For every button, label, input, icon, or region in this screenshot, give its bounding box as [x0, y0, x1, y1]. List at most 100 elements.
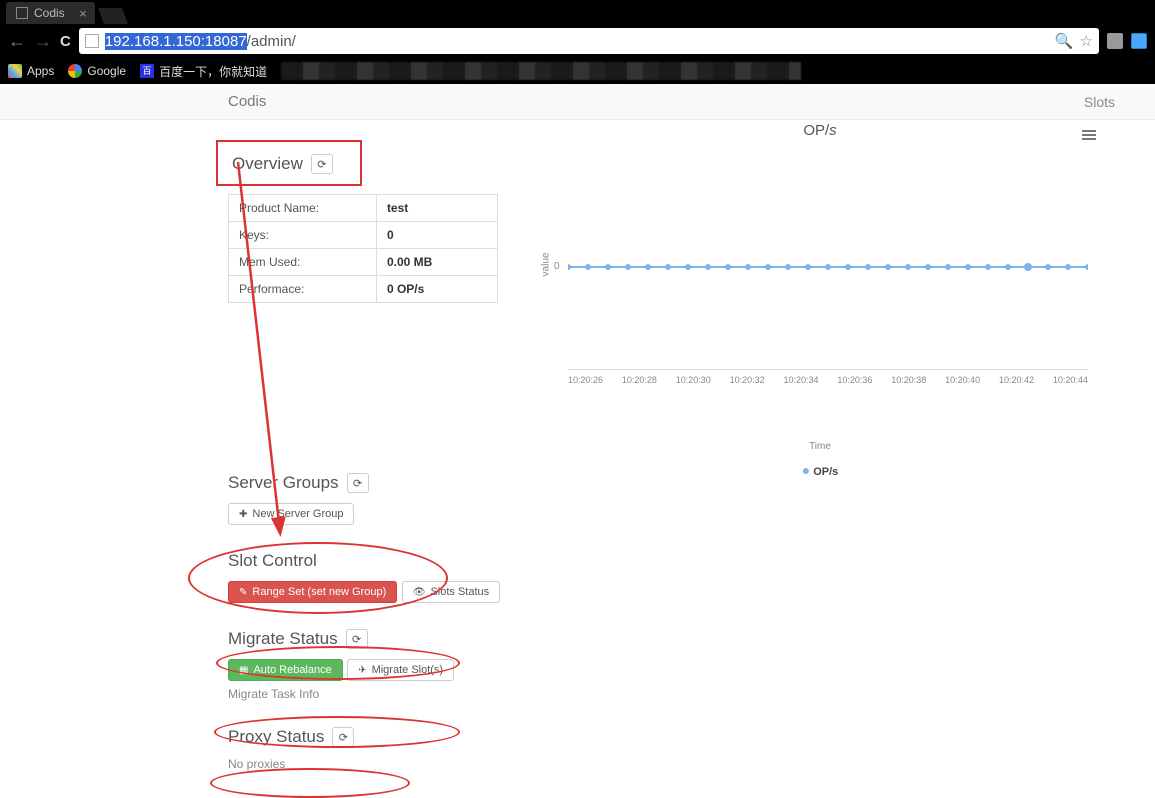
- xtick: 10:20:26: [568, 375, 603, 385]
- xtick: 10:20:44: [1053, 375, 1088, 385]
- star-icon[interactable]: ☆: [1080, 32, 1093, 50]
- apps-icon: [8, 64, 22, 78]
- left-column: Overview ⟳ Product Name:test Keys:0 Mem …: [228, 140, 558, 771]
- overview-title: Overview: [232, 154, 303, 174]
- row-value: 0 OP/s: [376, 276, 497, 303]
- table-row: Mem Used:0.00 MB: [229, 249, 498, 276]
- browser-chrome: Codis × ← → C 192.168.1.150:18087/admin/…: [0, 0, 1155, 84]
- main-content: Overview ⟳ Product Name:test Keys:0 Mem …: [0, 120, 1155, 791]
- server-groups-section: Server Groups ⟳ ✚ New Server Group: [228, 473, 558, 525]
- bookmark-baidu[interactable]: 百 百度一下，你就知道: [140, 63, 267, 80]
- reload-button[interactable]: C: [60, 33, 71, 50]
- chart-line: [568, 219, 1088, 319]
- chart-xticks: 10:20:26 10:20:28 10:20:30 10:20:32 10:2…: [568, 375, 1088, 385]
- chart-legend[interactable]: ● OP/s: [540, 462, 1100, 478]
- overview-refresh-button[interactable]: ⟳: [311, 154, 333, 174]
- button-label: Auto Rebalance: [253, 664, 331, 676]
- proxy-refresh-button[interactable]: ⟳: [332, 727, 354, 747]
- proxy-none-text: No proxies: [228, 757, 558, 771]
- chart-title-post: s: [829, 122, 837, 139]
- row-label: Keys:: [229, 222, 377, 249]
- zoom-icon[interactable]: 🔍: [1055, 32, 1074, 50]
- xtick: 10:20:38: [891, 375, 926, 385]
- baidu-icon: 百: [140, 64, 154, 78]
- table-row: Performace:0 OP/s: [229, 276, 498, 303]
- xtick: 10:20:30: [676, 375, 711, 385]
- overview-table: Product Name:test Keys:0 Mem Used:0.00 M…: [228, 194, 498, 303]
- browser-toolbar: ← → C 192.168.1.150:18087/admin/ 🔍 ☆: [0, 24, 1155, 58]
- chart-menu-button[interactable]: [1082, 128, 1096, 142]
- slot-control-title: Slot Control: [228, 551, 317, 571]
- row-label: Mem Used:: [229, 249, 377, 276]
- server-groups-refresh-button[interactable]: ⟳: [347, 473, 369, 493]
- extension-button-2[interactable]: [1131, 33, 1147, 49]
- page-icon: [16, 7, 28, 19]
- bookmarks-bar: Apps Google 百 百度一下，你就知道: [0, 58, 1155, 84]
- row-value: test: [376, 195, 497, 222]
- chart-ylabel: value: [540, 253, 551, 277]
- range-set-button[interactable]: ✎ Range Set (set new Group): [228, 581, 397, 603]
- row-value: 0: [376, 222, 497, 249]
- forward-button: →: [34, 31, 52, 52]
- bookmark-label: 百度一下，你就知道: [159, 63, 267, 80]
- migrate-section: Migrate Status ⟳ ▦ Auto Rebalance ✈ Migr…: [228, 629, 558, 701]
- chart-plot: value 0 10:20:26 10:20:28 10:20:30 10:20…: [540, 169, 1100, 379]
- bookmark-google[interactable]: Google: [68, 64, 126, 78]
- plane-icon: ✈: [358, 665, 366, 676]
- slot-control-section: Slot Control ✎ Range Set (set new Group)…: [228, 551, 558, 603]
- xtick: 10:20:42: [999, 375, 1034, 385]
- extension-button-1[interactable]: [1107, 33, 1123, 49]
- chart-xlabel: Time: [540, 441, 1100, 452]
- button-label: Migrate Slot(s): [372, 664, 444, 676]
- new-tab-button[interactable]: [98, 8, 128, 24]
- url-host: 192.168.1.150:18087: [105, 33, 247, 50]
- google-icon: [68, 64, 82, 78]
- page: Codis Slots Overview ⟳ Product Name:test…: [0, 84, 1155, 791]
- auto-rebalance-button[interactable]: ▦ Auto Rebalance: [228, 659, 343, 681]
- browser-tab[interactable]: Codis ×: [6, 2, 95, 24]
- chart-title-pre: OP: [803, 122, 825, 139]
- chart-title: OP/s: [540, 122, 1100, 139]
- row-label: Performace:: [229, 276, 377, 303]
- button-label: Slots Status: [430, 586, 489, 598]
- tab-title: Codis: [34, 6, 65, 20]
- url-path: /admin/: [247, 33, 296, 50]
- legend-dot-icon: ●: [802, 462, 810, 478]
- migrate-task-info: Migrate Task Info: [228, 687, 558, 701]
- new-server-group-button[interactable]: ✚ New Server Group: [228, 503, 354, 525]
- xtick: 10:20:34: [784, 375, 819, 385]
- tab-strip: Codis ×: [0, 0, 1155, 24]
- chart-ytick: 0: [554, 261, 560, 272]
- app-brand[interactable]: Codis: [228, 93, 266, 110]
- proxy-title: Proxy Status: [228, 727, 324, 747]
- button-label: New Server Group: [252, 508, 343, 520]
- xtick: 10:20:28: [622, 375, 657, 385]
- plus-icon: ✚: [239, 509, 247, 520]
- migrate-title: Migrate Status: [228, 629, 338, 649]
- grid-icon: ▦: [239, 665, 248, 676]
- migrate-refresh-button[interactable]: ⟳: [346, 629, 368, 649]
- back-button[interactable]: ←: [8, 31, 26, 52]
- chart-xaxis: [568, 369, 1088, 370]
- page-proto-icon: [85, 34, 99, 48]
- nav-slots-link[interactable]: Slots: [1084, 94, 1115, 110]
- table-row: Keys:0: [229, 222, 498, 249]
- close-tab-icon[interactable]: ×: [79, 6, 87, 21]
- app-navbar: Codis Slots: [0, 84, 1155, 120]
- address-bar[interactable]: 192.168.1.150:18087/admin/ 🔍 ☆: [79, 28, 1099, 54]
- eye-icon: 👁: [413, 587, 426, 598]
- xtick: 10:20:32: [730, 375, 765, 385]
- bookmark-label: Google: [87, 64, 126, 78]
- xtick: 10:20:36: [837, 375, 872, 385]
- obscured-region: [281, 62, 801, 80]
- annotation-ellipse: [210, 768, 410, 798]
- xtick: 10:20:40: [945, 375, 980, 385]
- bookmark-apps[interactable]: Apps: [8, 64, 54, 78]
- row-label: Product Name:: [229, 195, 377, 222]
- migrate-slots-button[interactable]: ✈ Migrate Slot(s): [347, 659, 454, 681]
- pencil-icon: ✎: [239, 587, 247, 598]
- row-value: 0.00 MB: [376, 249, 497, 276]
- ops-chart: OP/s value 0 10:20:26 10:20:28 10:20:30: [540, 122, 1100, 478]
- overview-highlight-box: Overview ⟳: [216, 140, 362, 186]
- slots-status-button[interactable]: 👁 Slots Status: [402, 581, 500, 603]
